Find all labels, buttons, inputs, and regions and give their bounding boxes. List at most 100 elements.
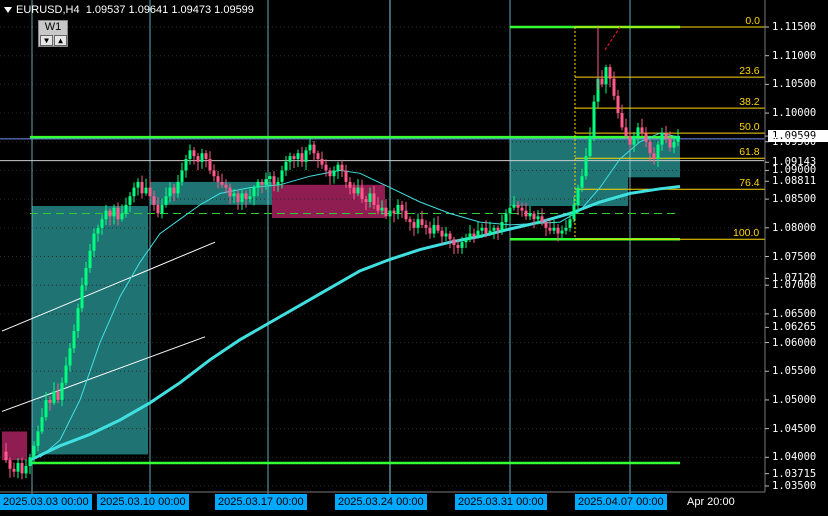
price-label: 1.08000 bbox=[772, 221, 817, 234]
candle-body bbox=[676, 136, 680, 142]
candle-body bbox=[504, 213, 508, 223]
candle-body bbox=[480, 227, 484, 231]
symbol-label: EURUSD,H4 bbox=[16, 4, 80, 16]
candle-body bbox=[344, 170, 348, 182]
candle-body bbox=[24, 465, 28, 474]
candle-body bbox=[364, 199, 368, 202]
candle-body bbox=[64, 365, 68, 383]
candle-body bbox=[292, 156, 296, 159]
candle-body bbox=[72, 331, 76, 349]
candle-body bbox=[300, 153, 304, 162]
candle-body bbox=[36, 431, 40, 446]
timeframe-up-button[interactable]: ▲ bbox=[54, 35, 67, 46]
candle-body bbox=[384, 207, 388, 217]
candle-body bbox=[444, 233, 448, 237]
candle-body bbox=[216, 176, 220, 182]
candle-body bbox=[108, 210, 112, 217]
timeframe-down-button[interactable]: ▼ bbox=[40, 35, 53, 46]
candle-body bbox=[404, 210, 408, 220]
candle-body bbox=[256, 181, 260, 188]
candle-body bbox=[268, 176, 272, 180]
zone-box bbox=[510, 136, 628, 207]
candle-body bbox=[20, 463, 24, 474]
candle-body bbox=[332, 170, 336, 177]
candle-body bbox=[664, 133, 668, 139]
time-label: Apr 20:00 bbox=[687, 496, 735, 508]
candle-body bbox=[348, 181, 352, 188]
candle-body bbox=[416, 219, 420, 228]
candle-body bbox=[516, 204, 520, 208]
price-chart[interactable] bbox=[0, 0, 828, 516]
candle-body bbox=[468, 233, 472, 240]
time-label: 2025.03.10 00:00 bbox=[97, 494, 189, 510]
candle-body bbox=[56, 391, 60, 400]
candle-body bbox=[356, 187, 360, 194]
candle-body bbox=[572, 204, 576, 220]
candle-body bbox=[112, 207, 116, 217]
candle-body bbox=[368, 193, 372, 202]
candle-body bbox=[168, 187, 172, 197]
candle-body bbox=[124, 204, 128, 214]
candle-body bbox=[432, 224, 436, 234]
candle-body bbox=[312, 144, 316, 154]
candle-body bbox=[272, 176, 276, 185]
candle-body bbox=[32, 445, 36, 458]
candle-body bbox=[616, 95, 620, 114]
candle-body bbox=[500, 222, 504, 231]
candle-body bbox=[436, 224, 440, 231]
candle-body bbox=[488, 230, 492, 234]
candle-body bbox=[428, 227, 432, 234]
candle-body bbox=[188, 150, 192, 159]
candle-body bbox=[552, 227, 556, 231]
candle-body bbox=[452, 239, 456, 246]
price-label: 1.06500 bbox=[772, 307, 817, 320]
chevron-down-icon[interactable] bbox=[4, 7, 12, 14]
candle-body bbox=[460, 242, 464, 248]
candle-body bbox=[232, 193, 236, 197]
candle-body bbox=[196, 156, 200, 162]
candle-body bbox=[132, 187, 136, 197]
candle-body bbox=[204, 153, 208, 159]
candle-body bbox=[328, 170, 332, 177]
candle-body bbox=[508, 207, 512, 214]
candle-body bbox=[600, 78, 604, 85]
candle-body bbox=[212, 170, 216, 177]
candle-body bbox=[16, 463, 20, 472]
zigzag-line bbox=[604, 26, 621, 51]
candle-body bbox=[128, 196, 132, 205]
candle-body bbox=[604, 67, 608, 85]
candle-body bbox=[532, 213, 536, 220]
candle-body bbox=[544, 222, 548, 228]
candle-body bbox=[220, 181, 224, 185]
ohlc-values: 1.09537 1.09641 1.09473 1.09599 bbox=[85, 4, 254, 16]
candle-body bbox=[496, 227, 500, 231]
candle-body bbox=[388, 210, 392, 217]
candle-body bbox=[96, 227, 100, 234]
price-label: 1.11000 bbox=[772, 49, 817, 62]
fib-level-label: 38.2 bbox=[739, 96, 760, 109]
fib-level-label: 0.0 bbox=[745, 15, 760, 27]
candle-body bbox=[440, 230, 444, 237]
candle-body bbox=[448, 233, 452, 240]
candle-body bbox=[612, 78, 616, 96]
candle-body bbox=[564, 227, 568, 231]
zone-box bbox=[32, 206, 148, 455]
candle-body bbox=[560, 230, 564, 234]
candle-body bbox=[372, 193, 376, 205]
candle-body bbox=[92, 233, 96, 251]
price-label: 1.04000 bbox=[772, 451, 817, 464]
candle-body bbox=[540, 216, 544, 223]
candle-body bbox=[660, 133, 664, 145]
candle-body bbox=[668, 138, 672, 148]
price-label: 1.10000 bbox=[772, 107, 817, 120]
candle-body bbox=[276, 181, 280, 185]
time-label: 2025.03.31 00:00 bbox=[455, 494, 547, 510]
time-label: 2025.03.03 00:00 bbox=[0, 494, 92, 510]
fib-level-label: 100.0 bbox=[733, 227, 760, 240]
candle-body bbox=[76, 308, 80, 332]
price-label: 1.08500 bbox=[772, 193, 817, 206]
candle-body bbox=[224, 184, 228, 188]
candle-body bbox=[464, 239, 468, 243]
timeframe-widget[interactable]: W1 ▼ ▲ bbox=[38, 20, 68, 47]
price-label: 1.09500 bbox=[772, 135, 817, 148]
